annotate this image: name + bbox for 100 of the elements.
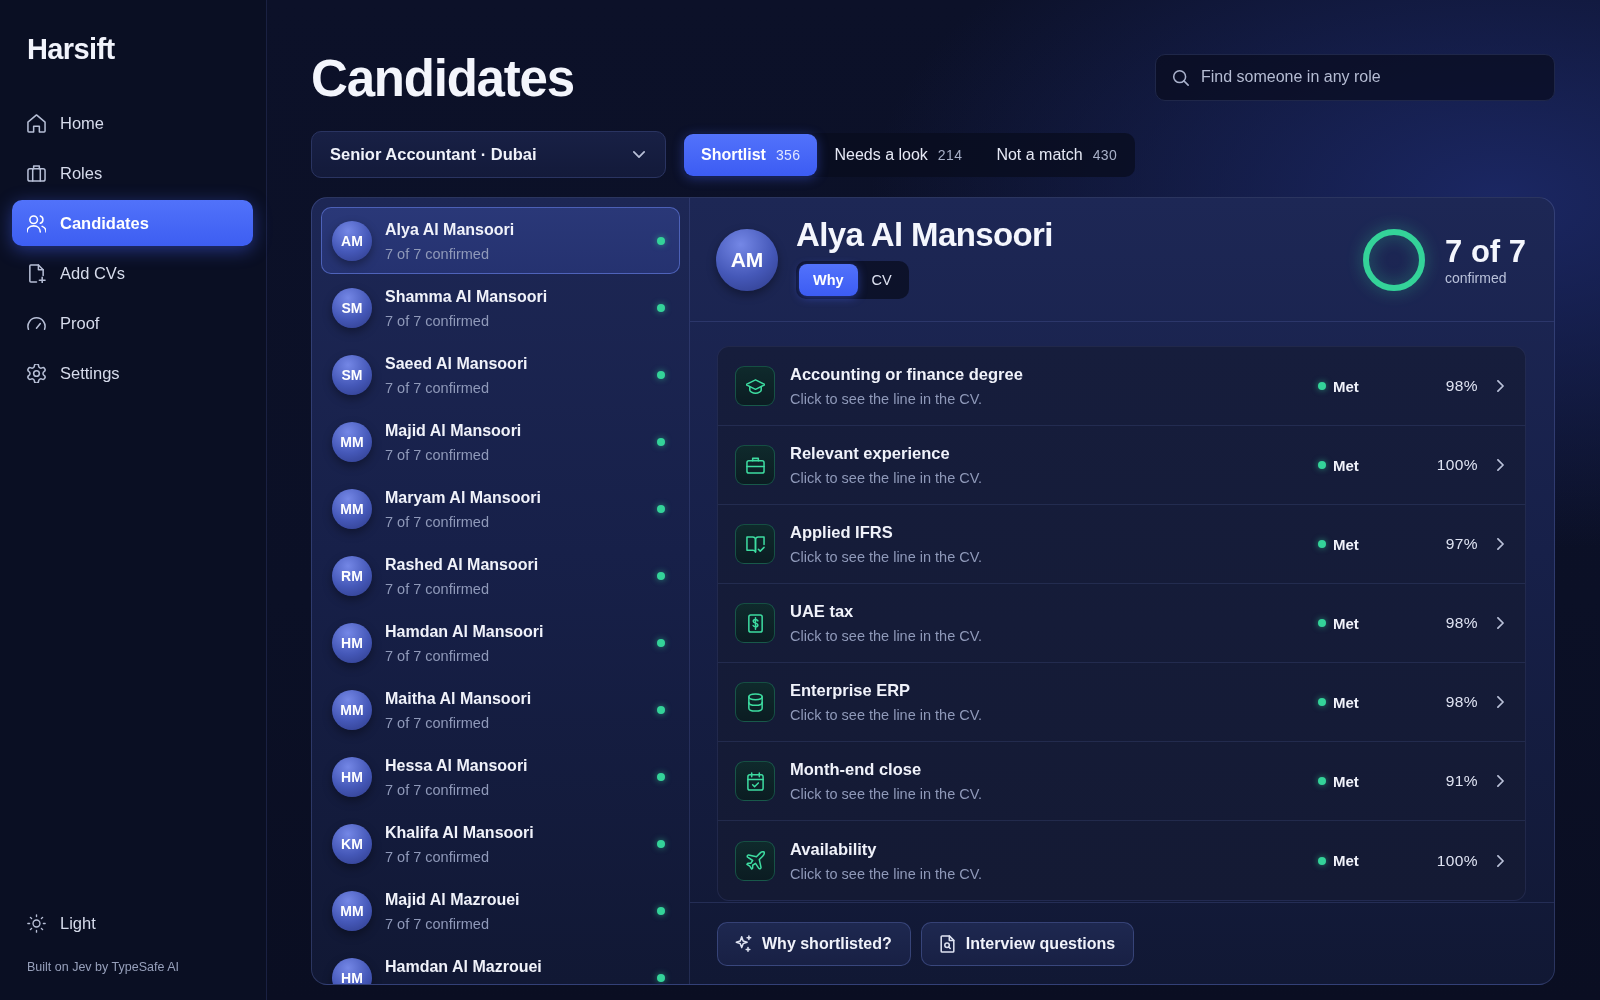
database-icon	[735, 682, 775, 722]
candidate-item[interactable]: SM Shamma Al Mansoori 7 of 7 confirmed	[321, 274, 680, 341]
status-dot-icon	[657, 705, 665, 714]
avatar: HM	[332, 957, 372, 984]
candidate-name: Majid Al Mansoori	[385, 421, 523, 441]
nav-item[interactable]: Candidates	[12, 200, 253, 246]
criterion-hint: Click to see the line in the CV.	[790, 785, 984, 803]
nav-item[interactable]: Settings	[12, 350, 253, 396]
graduation-cap-icon	[735, 366, 775, 406]
criterion-row[interactable]: Relevant experience Click to see the line in the CV. Met 100%	[718, 426, 1525, 505]
nav-item[interactable]: Home	[12, 100, 253, 146]
candidate-summary: 7 of 7 confirmed	[385, 245, 490, 263]
chevron-right-icon	[1497, 617, 1504, 629]
avatar: MM	[332, 890, 372, 931]
status-tab[interactable]: Shortlist 356	[684, 133, 818, 176]
candidate-name: Alya Al Mansoori	[385, 220, 516, 240]
candidate-name: Maryam Al Mansoori	[385, 488, 542, 508]
status-dot-icon	[657, 236, 665, 245]
action-button[interactable]: Why shortlisted?	[717, 921, 911, 966]
criterion-title: UAE tax	[790, 601, 855, 622]
candidate-item[interactable]: MM Majid Al Mansoori 7 of 7 confirmed	[321, 408, 680, 475]
status-label: Met	[1333, 614, 1359, 632]
criterion-row[interactable]: UAE tax Click to see the line in the CV. Met 98%	[718, 584, 1525, 663]
match-percent: 100%	[1435, 456, 1478, 474]
nav-item[interactable]: Roles	[12, 150, 253, 196]
candidate-item[interactable]: HM Hamdan Al Mazrouei	[321, 944, 680, 984]
criterion-hint: Click to see the line in the CV.	[790, 548, 984, 566]
candidate-summary: 7 of 7 confirmed	[385, 848, 490, 866]
status-label: Met	[1333, 456, 1359, 474]
candidate-summary: 7 of 7 confirmed	[385, 312, 490, 330]
chevron-down-icon	[633, 151, 645, 158]
criterion-title: Accounting or finance degree	[790, 364, 1024, 385]
criterion-title: Enterprise ERP	[790, 680, 912, 701]
candidate-item[interactable]: MM Majid Al Mazrouei 7 of 7 confirmed	[321, 877, 680, 944]
criterion-row[interactable]: Month-end close Click to see the line in the CV. Met 91%	[718, 742, 1525, 821]
criterion-hint: Click to see the line in the CV.	[790, 390, 984, 408]
nav-item[interactable]: Add CVs	[12, 250, 253, 296]
match-percent: 100%	[1435, 851, 1478, 870]
criterion-row[interactable]: Enterprise ERP Click to see the line in the CV. Met 98%	[718, 663, 1525, 742]
file-plus-icon	[27, 263, 46, 283]
file-search-icon	[938, 934, 956, 953]
status-dot-icon	[657, 638, 665, 647]
briefcase-icon	[27, 163, 46, 183]
avatar: MM	[332, 488, 372, 529]
chevron-right-icon	[1497, 459, 1504, 471]
criterion-row[interactable]: Availability Click to see the line in the CV. Met 100%	[718, 821, 1525, 900]
candidate-name: Hamdan Al Mansoori	[385, 622, 545, 642]
action-button[interactable]: Interview questions	[920, 921, 1135, 966]
view-tab[interactable]: CV	[857, 263, 906, 296]
candidate-item[interactable]: MM Maitha Al Mansoori 7 of 7 confirmed	[321, 676, 680, 743]
avatar: SM	[332, 354, 372, 395]
criterion-hint: Click to see the line in the CV.	[790, 627, 984, 645]
criterion-hint: Click to see the line in the CV.	[790, 706, 984, 724]
candidate-item[interactable]: SM Saeed Al Mansoori 7 of 7 confirmed	[321, 341, 680, 408]
criterion-hint: Click to see the line in the CV.	[790, 864, 984, 883]
sparkles-icon	[735, 934, 752, 953]
candidate-item[interactable]: MM Maryam Al Mansoori 7 of 7 confirmed	[321, 475, 680, 542]
candidate-summary: 7 of 7 confirmed	[385, 714, 490, 732]
score-value: 7 of 7	[1445, 233, 1526, 270]
search-field[interactable]: Find someone in any role	[1155, 53, 1555, 101]
avatar: AM	[332, 220, 372, 261]
theme-toggle[interactable]: Light	[12, 900, 253, 946]
status-tab[interactable]: Needs a look 214	[817, 133, 980, 176]
status-dot-icon	[657, 571, 665, 580]
criterion-title: Month-end close	[790, 759, 923, 780]
score-caption: confirmed	[1445, 269, 1508, 286]
home-icon	[27, 113, 46, 133]
candidate-item[interactable]: AM Alya Al Mansoori 7 of 7 confirmed	[321, 207, 680, 274]
candidate-summary: 7 of 7 confirmed	[385, 379, 490, 397]
candidate-item[interactable]: HM Hamdan Al Mansoori 7 of 7 confirmed	[321, 609, 680, 676]
status-dot-icon	[1318, 540, 1326, 548]
search-icon	[1172, 68, 1189, 86]
candidate-summary: 7 of 7 confirmed	[385, 446, 490, 464]
status-dot-icon	[657, 839, 665, 848]
status-tab[interactable]: Not a match 430	[979, 133, 1135, 176]
status-label: Met	[1333, 772, 1359, 790]
status-dot-icon	[1318, 619, 1326, 627]
app-logo: Harsift	[26, 32, 116, 66]
criterion-title: Relevant experience	[790, 443, 951, 464]
chevron-right-icon	[1497, 854, 1504, 867]
footer-credit: Built on Jev by TypeSafe AI	[26, 960, 180, 974]
role-dropdown[interactable]: Senior Accountant · Dubai	[311, 131, 666, 178]
status-label: Met	[1333, 535, 1359, 553]
status-dot-icon	[657, 504, 665, 513]
chevron-right-icon	[1497, 538, 1504, 550]
candidate-item[interactable]: KM Khalifa Al Mansoori 7 of 7 confirmed	[321, 810, 680, 877]
status-dot-icon	[1318, 856, 1326, 865]
candidate-item[interactable]: RM Rashed Al Mansoori 7 of 7 confirmed	[321, 542, 680, 609]
page-title: Candidates	[311, 52, 574, 104]
chevron-right-icon	[1497, 696, 1504, 708]
nav-item[interactable]: Proof	[12, 300, 253, 346]
avatar: AM	[716, 228, 778, 291]
candidate-item[interactable]: HM Hessa Al Mansoori 7 of 7 confirmed	[321, 743, 680, 810]
view-tab[interactable]: Why	[799, 263, 858, 296]
criterion-row[interactable]: Accounting or finance degree Click to see the line in the CV. Met 98%	[718, 347, 1525, 426]
candidate-summary: 7 of 7 confirmed	[385, 781, 490, 799]
plane-icon	[735, 840, 775, 881]
candidate-name: Maitha Al Mansoori	[385, 689, 533, 709]
criterion-row[interactable]: Applied IFRS Click to see the line in the CV. Met 97%	[718, 505, 1525, 584]
status-dot-icon	[657, 772, 665, 781]
